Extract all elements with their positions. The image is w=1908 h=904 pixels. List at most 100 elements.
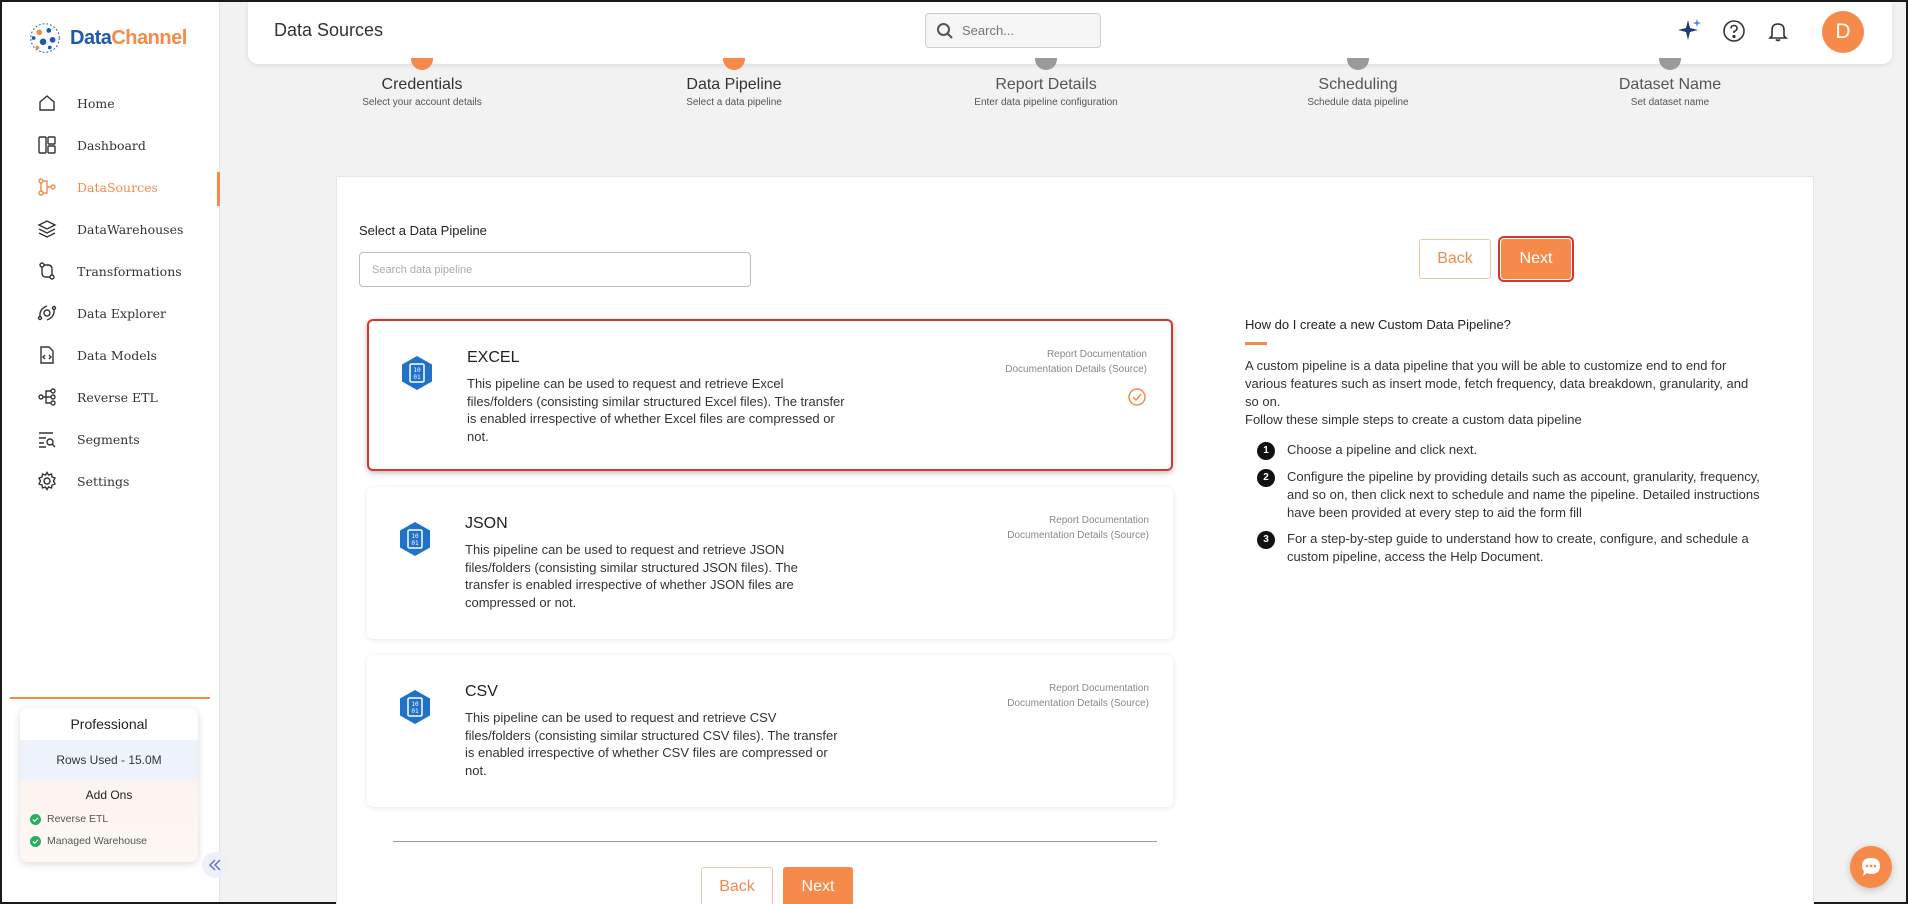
collapse-sidebar-button[interactable] [202,852,228,878]
sidebar-item-dashboard[interactable]: Dashboard [2,124,220,166]
help-step-text: For a step-by-step guide to understand h… [1287,531,1749,564]
gear-icon [36,470,58,492]
report-documentation-link[interactable]: Report Documentation [1007,681,1149,696]
pipeline-card-csv[interactable]: 10 01 CSV This pipeline can be used to re… [367,655,1173,807]
step-number-badge: 1 [1257,442,1275,460]
chat-bubble-icon [1862,858,1880,876]
sidebar-item-datawarehouses[interactable]: DataWarehouses [2,208,220,250]
help-title-underline [1245,342,1267,345]
plan-card: Professional Rows Used - 15.0M Add Ons R… [20,708,198,862]
help-step-text: Choose a pipeline and click next. [1287,442,1478,457]
pipeline-selection-card: Select a Data Pipeline 1001 EXCEL This p… [336,176,1814,904]
ai-sparkle-button[interactable] [1676,17,1704,45]
step-dataset-name[interactable]: Dataset Name Set dataset name [1550,58,1790,108]
global-search[interactable] [925,13,1101,48]
check-circle-icon [1128,388,1146,406]
user-avatar[interactable]: D [1822,11,1864,53]
pipeline-search-input[interactable] [359,252,751,287]
addon-label: Managed Warehouse [47,835,148,847]
svg-text:01: 01 [411,540,419,547]
search-input[interactable] [962,23,1092,38]
sidebar-item-data-explorer[interactable]: Data Explorer [2,292,220,334]
help-step-text: Configure the pipeline by providing deta… [1287,469,1760,520]
content-divider [393,841,1157,842]
pipeline-description: This pipeline can be used to request and… [465,542,798,610]
progress-stepper: Credentials Select your account details … [220,58,1892,138]
step-number-badge: 3 [1257,531,1275,549]
pipeline-links: Report Documentation Documentation Detai… [1007,681,1149,711]
help-intro-paragraph: A custom pipeline is a data pipeline tha… [1245,358,1749,409]
pipeline-links: Report Documentation Documentation Detai… [1005,347,1147,377]
report-documentation-link[interactable]: Report Documentation [1007,513,1149,528]
svg-text:10: 10 [411,701,419,708]
pipeline-description: This pipeline can be used to request and… [465,710,838,778]
svg-text:01: 01 [413,374,421,381]
file-binary-icon: 1001 [400,522,430,556]
chat-support-button[interactable] [1850,846,1892,888]
back-button-top[interactable]: Back [1419,239,1491,279]
sidebar-item-data-models[interactable]: Data Models [2,334,220,376]
layers-icon [36,218,58,240]
step-label: Scheduling [1318,76,1398,93]
documentation-details-link[interactable]: Documentation Details (Source) [1007,696,1149,711]
sidebar-item-label: Reverse ETL [77,389,158,405]
step-number-badge: 2 [1257,469,1275,487]
help-button[interactable] [1720,17,1748,45]
sidebar-item-label: Transformations [77,263,182,279]
pipeline-card-excel[interactable]: 10 01 EXCEL This pipeline can be used to … [367,319,1173,471]
models-icon [36,344,58,366]
help-step: 3 For a step-by-step guide to understand… [1257,530,1765,566]
sidebar-item-label: Data Explorer [77,305,166,321]
pipeline-card-json[interactable]: 10 01 JSON This pipeline can be used to r… [367,487,1173,639]
bell-icon [1768,23,1788,42]
svg-text:01: 01 [411,708,419,715]
home-icon [36,92,58,114]
pipeline-links: Report Documentation Documentation Detai… [1007,513,1149,543]
sidebar-item-label: Segments [77,431,140,447]
back-button-bottom[interactable]: Back [701,867,773,904]
next-button-top[interactable]: Next [1498,236,1574,282]
report-documentation-link[interactable]: Report Documentation [1005,347,1147,362]
help-steps: 1 Choose a pipeline and click next. 2 Co… [1245,441,1765,566]
addon-label: Reverse ETL [47,813,109,825]
top-header: Data Sources D [248,2,1892,64]
segments-icon [36,428,58,450]
notifications-button[interactable] [1764,17,1792,45]
step-data-pipeline[interactable]: Data Pipeline Select a data pipeline [614,58,854,108]
sidebar-item-datasources[interactable]: DataSources [2,166,220,208]
documentation-details-link[interactable]: Documentation Details (Source) [1007,528,1149,543]
sidebar-item-home[interactable]: Home [2,82,220,124]
svg-text:10: 10 [413,367,421,374]
sidebar-item-settings[interactable]: Settings [2,460,220,502]
sidebar: DataChannel Home Dashboard DataSources D… [2,2,228,902]
step-credentials[interactable]: Credentials Select your account details [302,58,542,108]
sidebar-item-transformations[interactable]: Transformations [2,250,220,292]
addon-item: Managed Warehouse [20,830,198,852]
logo-icon [30,23,60,53]
step-subtitle: Enter data pipeline configuration [974,97,1118,108]
step-label: Report Details [995,76,1097,93]
addons-title: Add Ons [85,788,133,802]
sidebar-item-label: Data Models [77,347,158,363]
pipeline-description: This pipeline can be used to request and… [467,376,845,444]
sidebar-item-reverse-etl[interactable]: Reverse ETL [2,376,220,418]
pipeline-name: CSV [465,683,498,700]
documentation-details-link[interactable]: Documentation Details (Source) [1005,362,1147,377]
step-scheduling[interactable]: Scheduling Schedule data pipeline [1238,58,1478,108]
sidebar-item-label: DataSources [77,179,158,195]
step-label: Data Pipeline [686,76,782,93]
step-report-details[interactable]: Report Details Enter data pipeline confi… [926,58,1166,108]
rows-used: Rows Used - 15.0M [20,740,198,780]
brand-logo[interactable]: DataChannel [26,18,187,58]
logo-text: DataChannel [70,26,187,49]
addons-section: Add Ons Reverse ETL Managed Warehouse [20,780,198,862]
step-indicator [1035,58,1057,70]
next-button-bottom[interactable]: Next [783,867,853,904]
datasources-icon [36,176,58,198]
sidebar-item-segments[interactable]: Segments [2,418,220,460]
file-binary-icon: 1001 [400,690,430,724]
pipeline-name: EXCEL [467,349,520,366]
explorer-icon [36,302,58,324]
check-circle-icon [30,813,41,825]
sidebar-item-label: Settings [77,473,130,489]
